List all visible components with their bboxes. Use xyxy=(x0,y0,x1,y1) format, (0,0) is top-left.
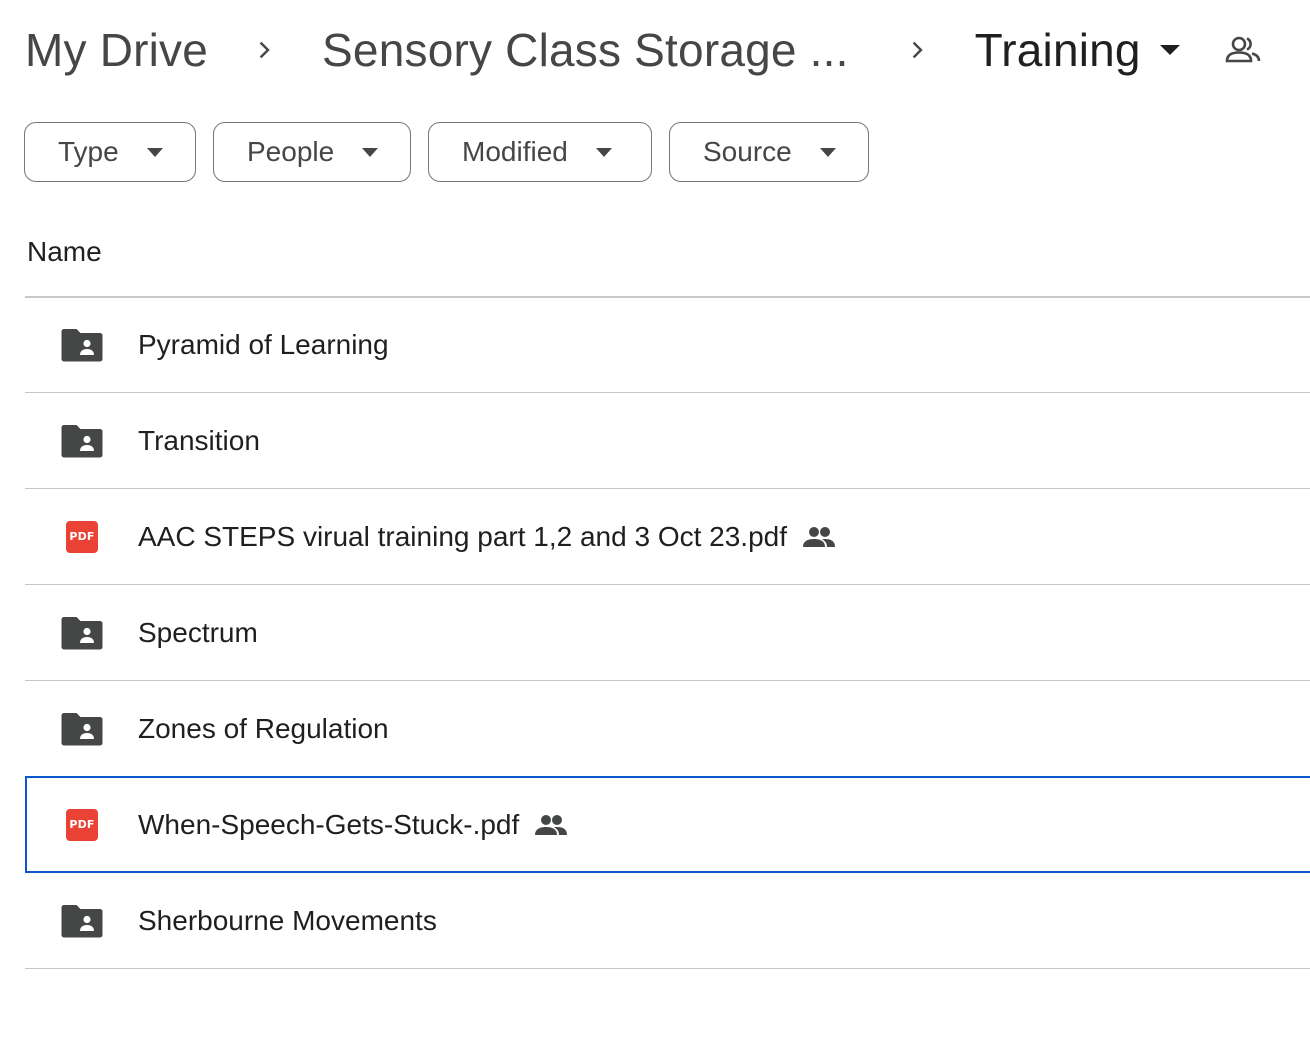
file-row[interactable]: Pyramid of Learning xyxy=(25,297,1310,393)
drive-folder-view: My Drive Sensory Class Storage ... Train… xyxy=(0,0,1310,1046)
filter-modified-chip[interactable]: Modified xyxy=(428,122,652,182)
filter-modified-label: Modified xyxy=(462,136,568,167)
file-name: Zones of Regulation xyxy=(138,712,389,744)
chevron-right-icon xyxy=(252,38,276,62)
file-name-wrap: Pyramid of Learning xyxy=(138,329,389,361)
pdf-badge-label: PDF xyxy=(66,808,98,841)
chevron-right-icon xyxy=(905,38,929,62)
caret-down-icon xyxy=(362,147,379,157)
file-name-wrap: AAC STEPS virual training part 1,2 and 3… xyxy=(138,521,837,553)
shared-people-icon xyxy=(533,813,569,837)
filter-people-chip[interactable]: People xyxy=(213,122,411,182)
file-list: Pyramid of Learning Transition PDF AAC STE… xyxy=(25,297,1310,969)
file-name-wrap: When-Speech-Gets-Stuck-.pdf xyxy=(138,809,569,841)
caret-down-icon xyxy=(819,147,836,157)
breadcrumb: My Drive Sensory Class Storage ... Train… xyxy=(25,14,1263,86)
file-name: When-Speech-Gets-Stuck-.pdf xyxy=(138,808,520,840)
caret-down-icon[interactable] xyxy=(1159,39,1181,61)
shared-folder-icon xyxy=(61,615,103,651)
filter-source-label: Source xyxy=(703,136,792,167)
file-row[interactable]: PDF AAC STEPS virual training part 1,2 an… xyxy=(25,489,1310,585)
caret-down-icon xyxy=(595,147,612,157)
file-row[interactable]: Transition xyxy=(25,393,1310,489)
file-name: Spectrum xyxy=(138,616,258,648)
shared-folder-icon xyxy=(61,423,103,459)
filter-chips: Type People Modified Source xyxy=(24,122,869,182)
shared-folder-icon xyxy=(61,711,103,747)
filter-people-label: People xyxy=(247,136,335,167)
file-name-wrap: Transition xyxy=(138,425,260,457)
shared-folder-icon xyxy=(61,903,103,939)
shared-people-icon xyxy=(801,525,837,549)
column-header-name[interactable]: Name xyxy=(27,236,102,268)
pdf-icon: PDF xyxy=(61,807,103,843)
breadcrumb-sensory-class-storage[interactable]: Sensory Class Storage ... xyxy=(322,14,849,86)
pdf-badge-label: PDF xyxy=(66,520,98,553)
filter-type-label: Type xyxy=(58,136,119,167)
file-name: Pyramid of Learning xyxy=(138,328,389,360)
file-name-wrap: Zones of Regulation xyxy=(138,713,389,745)
file-name: AAC STEPS virual training part 1,2 and 3… xyxy=(138,520,788,552)
file-row[interactable]: Sherbourne Movements xyxy=(25,873,1310,969)
breadcrumb-training[interactable]: Training xyxy=(975,14,1141,86)
pdf-icon: PDF xyxy=(61,519,103,555)
breadcrumb-my-drive[interactable]: My Drive xyxy=(25,14,208,86)
file-name: Transition xyxy=(138,424,260,456)
people-outline-icon[interactable] xyxy=(1223,30,1263,70)
file-row[interactable]: PDF When-Speech-Gets-Stuck-.pdf xyxy=(25,776,1310,873)
caret-down-icon xyxy=(146,147,163,157)
file-name-wrap: Sherbourne Movements xyxy=(138,905,437,937)
file-name-wrap: Spectrum xyxy=(138,617,258,649)
filter-source-chip[interactable]: Source xyxy=(669,122,869,182)
file-name: Sherbourne Movements xyxy=(138,904,437,936)
file-row[interactable]: Zones of Regulation xyxy=(25,681,1310,777)
shared-folder-icon xyxy=(61,327,103,363)
file-row[interactable]: Spectrum xyxy=(25,585,1310,681)
filter-type-chip[interactable]: Type xyxy=(24,122,196,182)
